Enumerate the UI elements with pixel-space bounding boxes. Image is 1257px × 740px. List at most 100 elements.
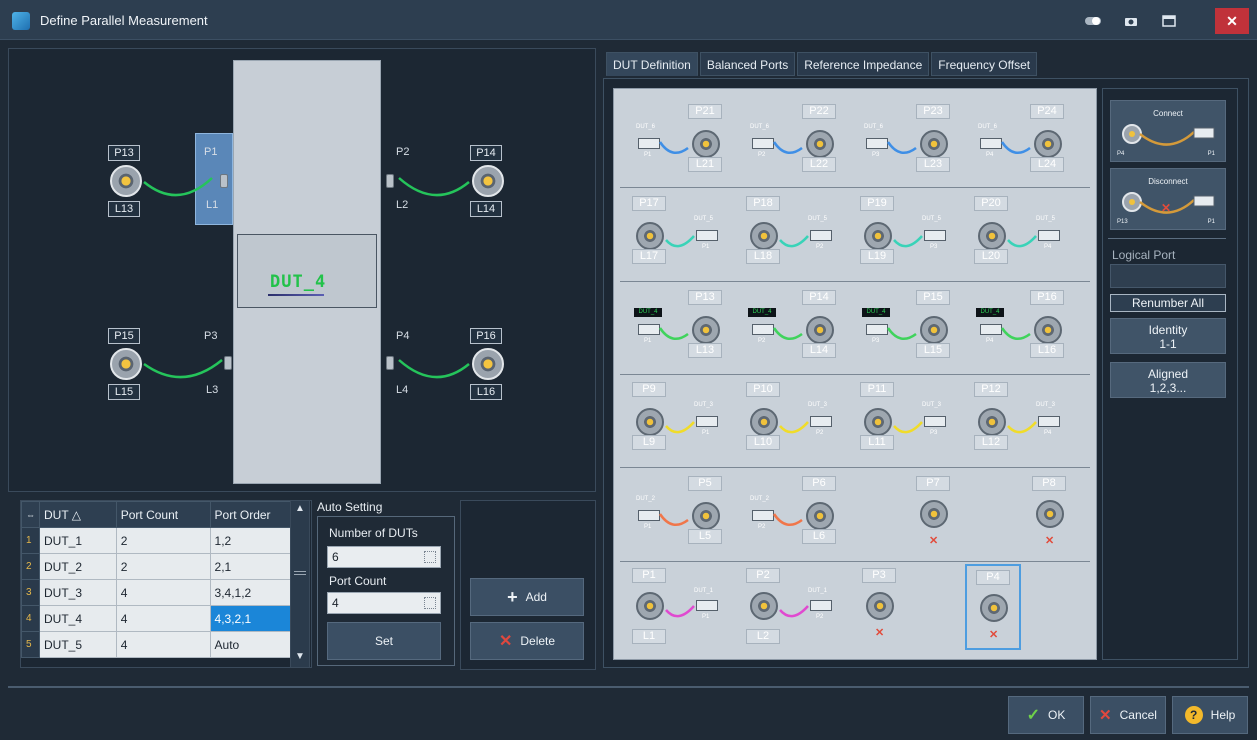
- port-connector-icon[interactable]: [806, 502, 834, 530]
- cell-port-count[interactable]: 4: [115, 605, 211, 632]
- port-connector-icon[interactable]: [806, 130, 834, 158]
- maximize-icon[interactable]: [1155, 8, 1183, 34]
- table-row[interactable]: 5 DUT_5 4 Auto: [21, 631, 294, 658]
- grid-cell[interactable]: P18 DUT_5 P2 L18: [736, 196, 852, 286]
- cell-dut[interactable]: DUT_4: [39, 605, 117, 632]
- port-connector-icon[interactable]: [978, 222, 1006, 250]
- cell-port-order[interactable]: 1,2: [209, 527, 294, 554]
- grid-cell[interactable]: P2 DUT_1 P2 L2: [736, 568, 852, 658]
- close-button[interactable]: ✕: [1215, 8, 1249, 34]
- aligned-button[interactable]: Aligned 1,2,3...: [1110, 362, 1226, 398]
- port-connector-icon[interactable]: [472, 348, 504, 380]
- cell-port-order[interactable]: 2,1: [209, 553, 294, 580]
- cell-dut[interactable]: DUT_1: [39, 527, 117, 554]
- port-connector-icon[interactable]: [864, 222, 892, 250]
- grid-cell[interactable]: DUT_6 P4 P24 L24: [964, 104, 1080, 194]
- grid-cell[interactable]: DUT_2 P2 P6 L6: [736, 476, 852, 566]
- grid-cell[interactable]: P20 DUT_5 P4 L20: [964, 196, 1080, 286]
- table-row[interactable]: 3 DUT_3 4 3,4,1,2: [21, 579, 294, 606]
- scroll-thumb[interactable]: [294, 571, 306, 575]
- cell-port-order-selected[interactable]: 4,3,2,1: [209, 605, 294, 632]
- cell-port-count[interactable]: 2: [115, 553, 211, 580]
- grid-cell-selected[interactable]: P4 ✕: [965, 564, 1021, 650]
- port-connector-icon[interactable]: [1034, 316, 1062, 344]
- grid-cell[interactable]: DUT_6 P3 P23 L23: [850, 104, 966, 194]
- grid-cell[interactable]: P19 DUT_5 P3 L19: [850, 196, 966, 286]
- keypad-icon[interactable]: [424, 597, 436, 609]
- port-connector-icon[interactable]: [636, 408, 664, 436]
- grid-cell[interactable]: DUT_4 P2 P14 L14: [736, 290, 852, 380]
- grid-cell[interactable]: P7 ✕: [906, 476, 966, 566]
- cancel-button[interactable]: ✕ Cancel: [1090, 696, 1166, 734]
- grid-cell[interactable]: DUT_2 P1 P5 L5: [622, 476, 738, 566]
- port-connector-icon[interactable]: [750, 222, 778, 250]
- cell-port-count[interactable]: 4: [115, 631, 211, 658]
- cell-port-count[interactable]: 2: [115, 527, 211, 554]
- grid-cell[interactable]: P12 DUT_3 P4 L12: [964, 382, 1080, 472]
- cell-port-order[interactable]: Auto: [209, 631, 294, 658]
- help-button[interactable]: ? Help: [1172, 696, 1248, 734]
- grid-cell[interactable]: P10 DUT_3 P2 L10: [736, 382, 852, 472]
- logical-port-field[interactable]: [1110, 264, 1226, 288]
- num-duts-field[interactable]: 6: [327, 546, 441, 568]
- port-connector-icon[interactable]: [636, 592, 664, 620]
- grid-cell[interactable]: P1 DUT_1 P1 L1: [622, 568, 738, 658]
- cell-port-count[interactable]: 4: [115, 579, 211, 606]
- column-header-port-count[interactable]: Port Count: [115, 501, 211, 528]
- cell-dut[interactable]: DUT_2: [39, 553, 117, 580]
- port-connector-icon[interactable]: [920, 130, 948, 158]
- grid-cell[interactable]: DUT_4 P1 P13 L13: [622, 290, 738, 380]
- column-resize-icon[interactable]: ⇔: [21, 501, 40, 528]
- renumber-all-button[interactable]: Renumber All: [1110, 294, 1226, 312]
- port-connector-icon[interactable]: [472, 165, 504, 197]
- port-connector-icon[interactable]: [750, 592, 778, 620]
- port-connector-icon[interactable]: [692, 502, 720, 530]
- port-connector-icon[interactable]: [920, 500, 948, 528]
- grid-cell[interactable]: P17 DUT_5 P1 L17: [622, 196, 738, 286]
- table-row[interactable]: 1 DUT_1 2 1,2: [21, 527, 294, 554]
- connect-button[interactable]: Connect P4 P1: [1110, 100, 1226, 162]
- port-connector-icon[interactable]: [692, 130, 720, 158]
- port-connector-icon[interactable]: [978, 408, 1006, 436]
- port-connector-icon[interactable]: [1034, 130, 1062, 158]
- grid-cell[interactable]: DUT_4 P3 P15 L15: [850, 290, 966, 380]
- port-connector-icon[interactable]: [1036, 500, 1064, 528]
- port-connector-icon[interactable]: [980, 594, 1008, 622]
- port-connector-icon[interactable]: [750, 408, 778, 436]
- grid-cell[interactable]: P8 ✕: [1022, 476, 1082, 566]
- port-connector-icon[interactable]: [636, 222, 664, 250]
- add-button[interactable]: + Add: [470, 578, 584, 616]
- toggle-icon[interactable]: [1079, 8, 1107, 34]
- ok-button[interactable]: ✓ OK: [1008, 696, 1084, 734]
- grid-cell[interactable]: DUT_4 P4 P16 L16: [964, 290, 1080, 380]
- scroll-down-icon[interactable]: ▼: [291, 649, 309, 665]
- disconnect-button[interactable]: Disconnect ✕ P13 P1: [1110, 168, 1226, 230]
- port-connector-icon[interactable]: [692, 316, 720, 344]
- tab-balanced-ports[interactable]: Balanced Ports: [699, 52, 796, 76]
- grid-cell[interactable]: DUT_6 P1 P21 L21: [622, 104, 738, 194]
- tab-frequency-offset[interactable]: Frequency Offset: [931, 52, 1038, 76]
- table-row[interactable]: 4 DUT_4 4 4,3,2,1: [21, 605, 294, 632]
- delete-button[interactable]: ✕ Delete: [470, 622, 584, 660]
- table-row[interactable]: 2 DUT_2 2 2,1: [21, 553, 294, 580]
- port-connector-icon[interactable]: [864, 408, 892, 436]
- camera-icon[interactable]: [1117, 8, 1145, 34]
- keypad-icon[interactable]: [424, 551, 436, 563]
- scroll-up-icon[interactable]: ▲: [291, 501, 309, 517]
- port-connector-icon[interactable]: [806, 316, 834, 344]
- column-header-dut[interactable]: DUT △: [39, 501, 117, 528]
- identity-button[interactable]: Identity 1-1: [1110, 318, 1226, 354]
- set-button[interactable]: Set: [327, 622, 441, 660]
- cell-dut[interactable]: DUT_3: [39, 579, 117, 606]
- grid-cell[interactable]: DUT_6 P2 P22 L22: [736, 104, 852, 194]
- cell-port-order[interactable]: 3,4,1,2: [209, 579, 294, 606]
- grid-cell[interactable]: P9 DUT_3 P1 L9: [622, 382, 738, 472]
- grid-cell[interactable]: P11 DUT_3 P3 L11: [850, 382, 966, 472]
- tab-dut-definition[interactable]: DUT Definition: [606, 52, 698, 76]
- column-header-port-order[interactable]: Port Order: [209, 501, 294, 528]
- grid-cell[interactable]: P3 ✕: [850, 568, 910, 658]
- port-count-field[interactable]: 4: [327, 592, 441, 614]
- table-scrollbar[interactable]: ▲ ▼: [290, 500, 310, 668]
- port-connector-icon[interactable]: [920, 316, 948, 344]
- port-connector-icon[interactable]: [866, 592, 894, 620]
